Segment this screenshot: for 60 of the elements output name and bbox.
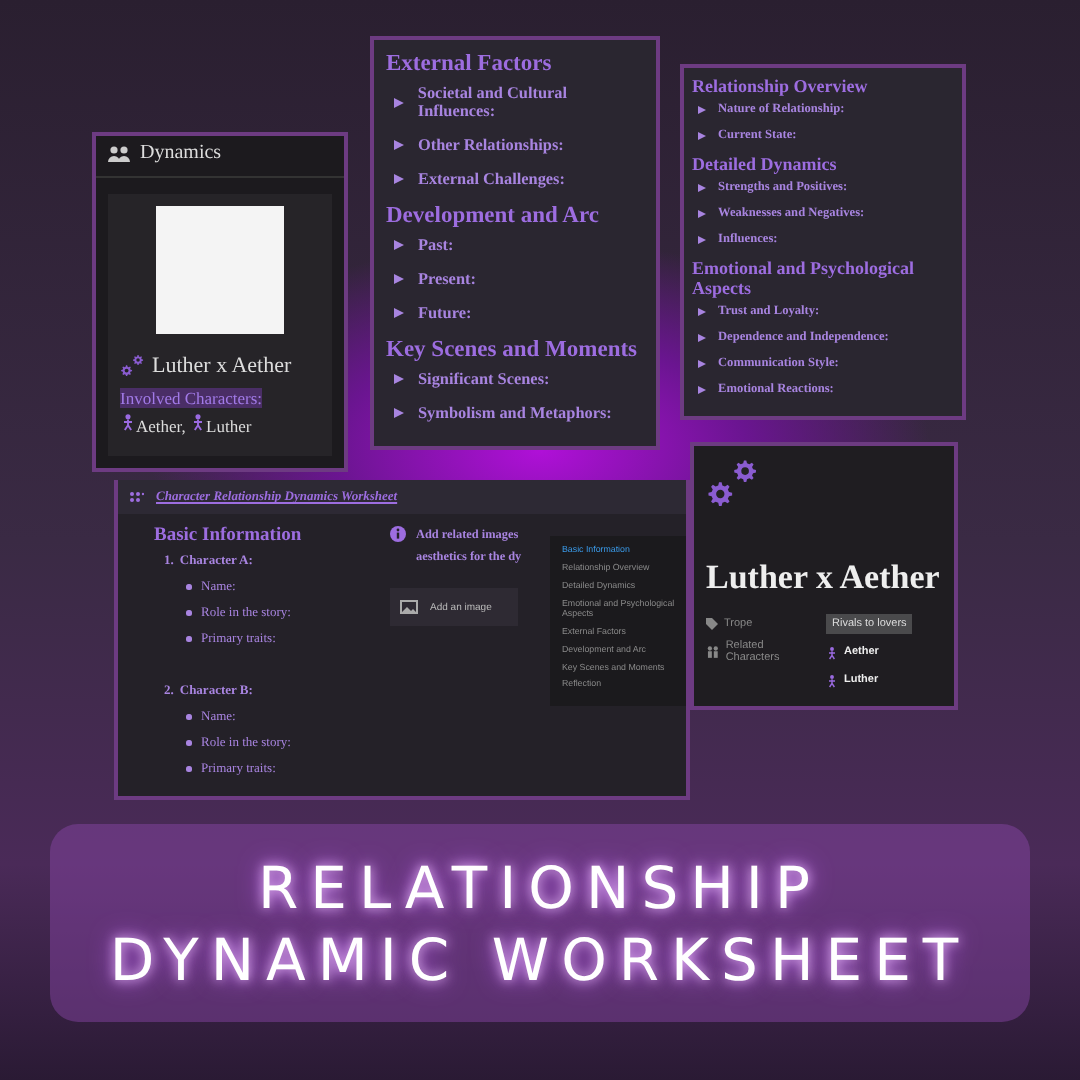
section-heading: Detailed Dynamics: [692, 154, 839, 174]
section-heading: Development and Arc: [386, 204, 601, 228]
person-icon: [190, 411, 207, 432]
person-icon: [826, 673, 838, 688]
triangle-icon: [394, 140, 404, 150]
toggle-item[interactable]: Past:: [418, 236, 454, 254]
gears-icon: [706, 458, 758, 510]
person-icon: [826, 645, 838, 660]
triangle-icon: [698, 385, 706, 393]
property-label: Involved Characters:: [120, 388, 263, 408]
section-heading: Emotional and Psychological Aspects: [692, 258, 917, 298]
toggle-item[interactable]: Present:: [418, 270, 476, 288]
triangle-icon: [394, 240, 404, 250]
triangle-icon: [698, 183, 706, 191]
bullet-icon: [186, 584, 191, 590]
triangle-icon: [394, 374, 404, 384]
triangle-icon: [698, 131, 706, 139]
page-title: Luther x Aether: [152, 354, 292, 378]
triangle-icon: [698, 333, 706, 341]
character-name[interactable]: Aether,: [136, 415, 186, 436]
sketch-placeholder: [156, 206, 284, 334]
triangle-icon: [394, 274, 404, 284]
page-title: Luther x Aether: [706, 556, 942, 599]
toggle-item[interactable]: Symbolism and Metaphors:: [418, 404, 612, 422]
dots-icon: [130, 492, 144, 502]
triangle-icon: [698, 235, 706, 243]
section-heading: External Factors: [386, 52, 554, 76]
triangle-icon: [394, 174, 404, 184]
triangle-icon: [698, 307, 706, 315]
banner-title: DYNAMIC WORKSHEET: [107, 924, 973, 997]
info-icon: [390, 526, 406, 542]
character-name[interactable]: Luther: [206, 415, 252, 436]
section-heading: Relationship Overview: [692, 76, 870, 96]
image-icon: [400, 600, 418, 615]
section-heading: Key Scenes and Moments: [386, 338, 640, 362]
section-heading: Basic Information: [154, 526, 304, 546]
triangle-icon: [698, 359, 706, 367]
toggle-item[interactable]: Significant Scenes:: [418, 370, 550, 388]
triangle-icon: [698, 105, 706, 113]
triangle-icon: [394, 97, 404, 107]
bullet-icon: [186, 636, 191, 642]
toggle-item[interactable]: Future:: [418, 304, 472, 322]
gears-icon: [120, 354, 144, 378]
people-icon: [706, 646, 720, 659]
bullet-icon: [186, 610, 191, 616]
card-title: Dynamics: [140, 142, 222, 164]
people-icon: [108, 145, 130, 161]
triangle-icon: [394, 408, 404, 418]
triangle-icon: [698, 209, 706, 217]
bullet-icon: [186, 766, 191, 772]
bullet-icon: [186, 740, 191, 746]
person-icon: [120, 411, 136, 432]
triangle-icon: [394, 308, 404, 318]
toggle-item[interactable]: Other Relationships:: [418, 136, 564, 154]
tag-icon: [706, 618, 718, 631]
toggle-item[interactable]: External Challenges:: [418, 170, 565, 188]
bullet-icon: [186, 714, 191, 720]
toggle-item[interactable]: Societal and Cultural Influences:: [417, 84, 644, 120]
gallery-card[interactable]: Luther x Aether Involved Characters: Aether, Luther: [108, 194, 332, 455]
banner-title: RELATIONSHIP: [256, 852, 824, 925]
